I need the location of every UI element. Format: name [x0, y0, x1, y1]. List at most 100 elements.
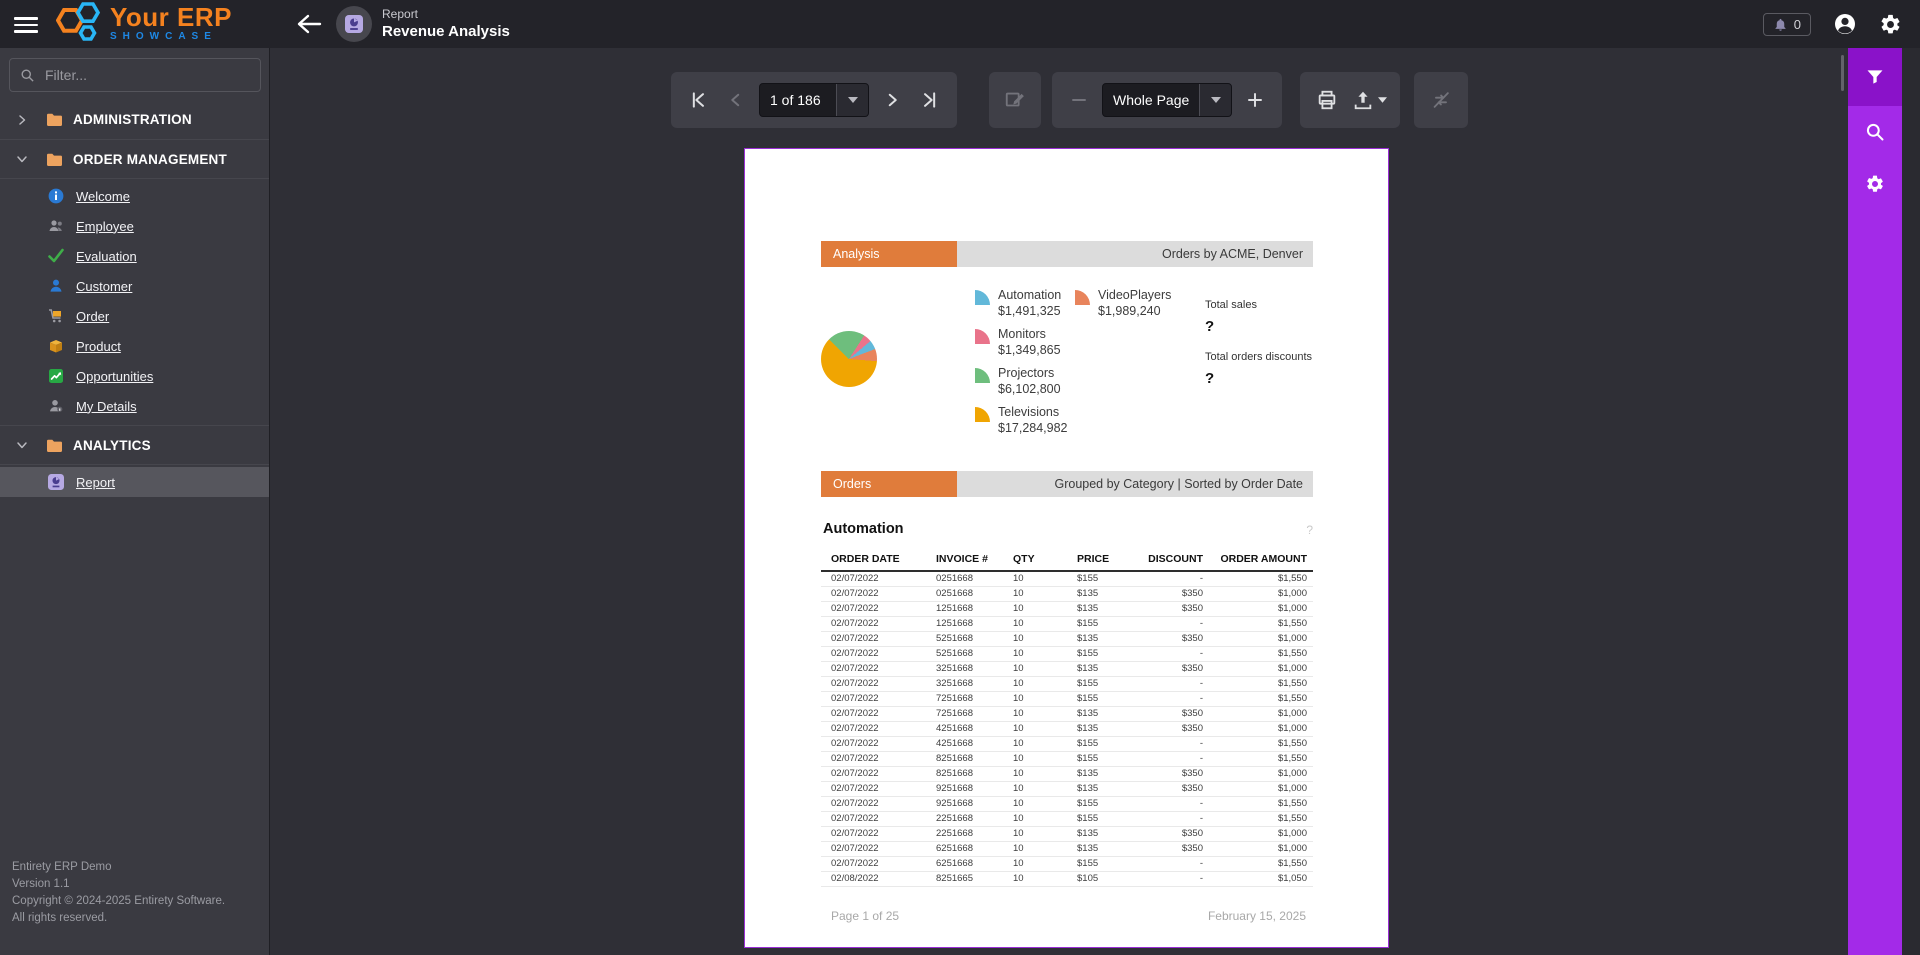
total-discounts-label: Total orders discounts: [1205, 351, 1312, 363]
sidebar-section-order-management[interactable]: ORDER MANAGEMENT: [0, 139, 269, 178]
section-label: ORDER MANAGEMENT: [73, 151, 227, 167]
user-account-button[interactable]: [1833, 12, 1857, 36]
sidebar-item-product[interactable]: Product: [0, 331, 269, 361]
table-row: 02/07/2022 0251668 10 $135 $350 $1,000: [821, 586, 1313, 602]
logo-primary-text: Your ERP: [110, 2, 232, 32]
totals-block: Total sales ? Total orders discounts ?: [1205, 299, 1325, 403]
nav-tree: ADMINISTRATION ORDER MANAGEMENT Welcome: [0, 100, 269, 501]
top-bar: Your ERP SHOWCASE Report Revenue Analysi…: [0, 0, 1920, 48]
export-button[interactable]: [1350, 85, 1388, 115]
toggle-parameters-button[interactable]: [1426, 85, 1456, 115]
table-row: 02/07/2022 7251668 10 $135 $350 $1,000: [821, 706, 1313, 722]
first-page-button[interactable]: [683, 85, 713, 115]
table-row: 02/07/2022 6251668 10 $135 $350 $1,000: [821, 841, 1313, 857]
trend-chart-icon: [48, 368, 65, 384]
person-info-icon: [48, 398, 65, 414]
zoom-dropdown-button[interactable]: [1199, 84, 1231, 116]
legend-value: $6,102,800: [998, 382, 1061, 396]
group-hint: ?: [1306, 523, 1313, 537]
back-arrow-icon: [297, 14, 322, 34]
section-label: ANALYTICS: [73, 437, 151, 453]
table-row: 02/07/2022 8251668 10 $155- $1,550: [821, 751, 1313, 767]
sidebar-section-analytics[interactable]: ANALYTICS: [0, 425, 269, 464]
page-number-input[interactable]: [760, 84, 836, 116]
footer-line: Copyright © 2024-2025 Entirety Software.: [12, 895, 226, 907]
box-icon: [48, 338, 65, 354]
page-title: Revenue Analysis: [382, 23, 510, 40]
sidebar-item-welcome[interactable]: Welcome: [0, 181, 269, 211]
next-page-button[interactable]: [877, 85, 907, 115]
folder-icon: [46, 438, 63, 453]
legend-swatch: [975, 329, 990, 344]
legend-value: $1,989,240: [1098, 304, 1161, 318]
table-row: 02/07/2022 0251668 10 $155- $1,550: [821, 571, 1313, 587]
misc-toolbar-group: [1414, 72, 1468, 128]
caret-down-icon: [1210, 97, 1221, 103]
search-panel-button[interactable]: [1848, 106, 1902, 158]
table-row: 02/07/2022 6251668 10 $155- $1,550: [821, 856, 1313, 872]
orders-table: ORDER DATE INVOICE # QTY PRICE DISCOUNT …: [821, 553, 1313, 887]
sidebar-item-report[interactable]: Report: [0, 467, 269, 497]
back-button[interactable]: [294, 9, 324, 39]
report-date-footer: February 15, 2025: [1207, 909, 1306, 923]
legend-label: Televisions: [998, 405, 1060, 419]
page-dropdown-button[interactable]: [836, 84, 868, 116]
table-row: 02/07/2022 5251668 10 $135 $350 $1,000: [821, 631, 1313, 647]
logo-secondary-text: SHOWCASE: [110, 31, 217, 42]
right-edge-strip: [1902, 48, 1920, 955]
orders-table-body: 02/07/2022 0251668 10 $155- $1,550 02/07/2022…: [821, 571, 1313, 887]
edit-report-button[interactable]: [1000, 85, 1030, 115]
cart-icon: [48, 308, 65, 324]
table-row: 02/07/2022 4251668 10 $155- $1,550: [821, 736, 1313, 752]
table-row: 02/07/2022 2251668 10 $135 $350 $1,000: [821, 826, 1313, 842]
print-button[interactable]: [1312, 85, 1342, 115]
legend-swatch: [1075, 290, 1090, 305]
user-icon: [1835, 14, 1855, 34]
scrollbar-thumb[interactable]: [1841, 55, 1844, 91]
zoom-out-button[interactable]: [1064, 85, 1094, 115]
sidebar-item-employee[interactable]: Employee: [0, 211, 269, 241]
chevron-down-icon: [16, 153, 32, 165]
column-header: ORDER DATE: [821, 553, 926, 572]
total-discounts-value: ?: [1205, 370, 1215, 387]
logo-hexagons-icon: [56, 2, 101, 41]
filter-panel-button[interactable]: [1848, 48, 1902, 106]
sidebar-item-order[interactable]: Order: [0, 301, 269, 331]
context-label: Report: [382, 7, 419, 21]
sidebar-item-customer[interactable]: Customer: [0, 271, 269, 301]
legend-item: Televisions $17,284,982: [975, 404, 1068, 436]
notification-count: 0: [1793, 16, 1801, 32]
previous-page-button[interactable]: [721, 85, 751, 115]
section-label: ADMINISTRATION: [73, 112, 192, 127]
legend-swatch: [975, 290, 990, 305]
export-toolbar-group: [1300, 72, 1400, 128]
zoom-level-input[interactable]: [1103, 84, 1199, 116]
sidebar-section-administration[interactable]: ADMINISTRATION: [0, 100, 269, 139]
zoom-in-button[interactable]: [1240, 85, 1270, 115]
filter-input[interactable]: [43, 66, 250, 84]
orders-caption: Grouped by Category | Sorted by Order Da…: [957, 471, 1313, 497]
notifications-button[interactable]: 0: [1762, 12, 1811, 36]
legend-value: $17,284,982: [998, 421, 1068, 435]
last-page-button[interactable]: [915, 85, 945, 115]
total-sales-value: ?: [1205, 318, 1215, 335]
hamburger-menu-icon[interactable]: [14, 13, 38, 35]
settings-button[interactable]: [1879, 13, 1902, 36]
sidebar-item-evaluation[interactable]: Evaluation: [0, 241, 269, 271]
analysis-band: Analysis Orders by ACME, Denver: [821, 241, 1313, 267]
report-avatar: [336, 6, 372, 42]
page-number-footer: Page 1 of 25: [831, 909, 900, 923]
settings-panel-button[interactable]: [1848, 158, 1902, 210]
group-title: Automation: [823, 521, 904, 537]
report-icon: [345, 15, 363, 33]
legend-value: $1,491,325: [998, 304, 1061, 318]
column-header: QTY: [1003, 553, 1067, 572]
folder-icon: [46, 112, 63, 127]
app-logo: Your ERP SHOWCASE: [56, 2, 232, 44]
table-row: 02/07/2022 4251668 10 $135 $350 $1,000: [821, 721, 1313, 737]
pager-toolbar-group: [671, 72, 957, 128]
sidebar-footer: Entirety ERP Demo Version 1.1 Copyright …: [12, 859, 225, 927]
sidebar-item-my-details[interactable]: My Details: [0, 391, 269, 421]
sidebar-item-opportunities[interactable]: Opportunities: [0, 361, 269, 391]
legend-swatch: [975, 407, 990, 422]
